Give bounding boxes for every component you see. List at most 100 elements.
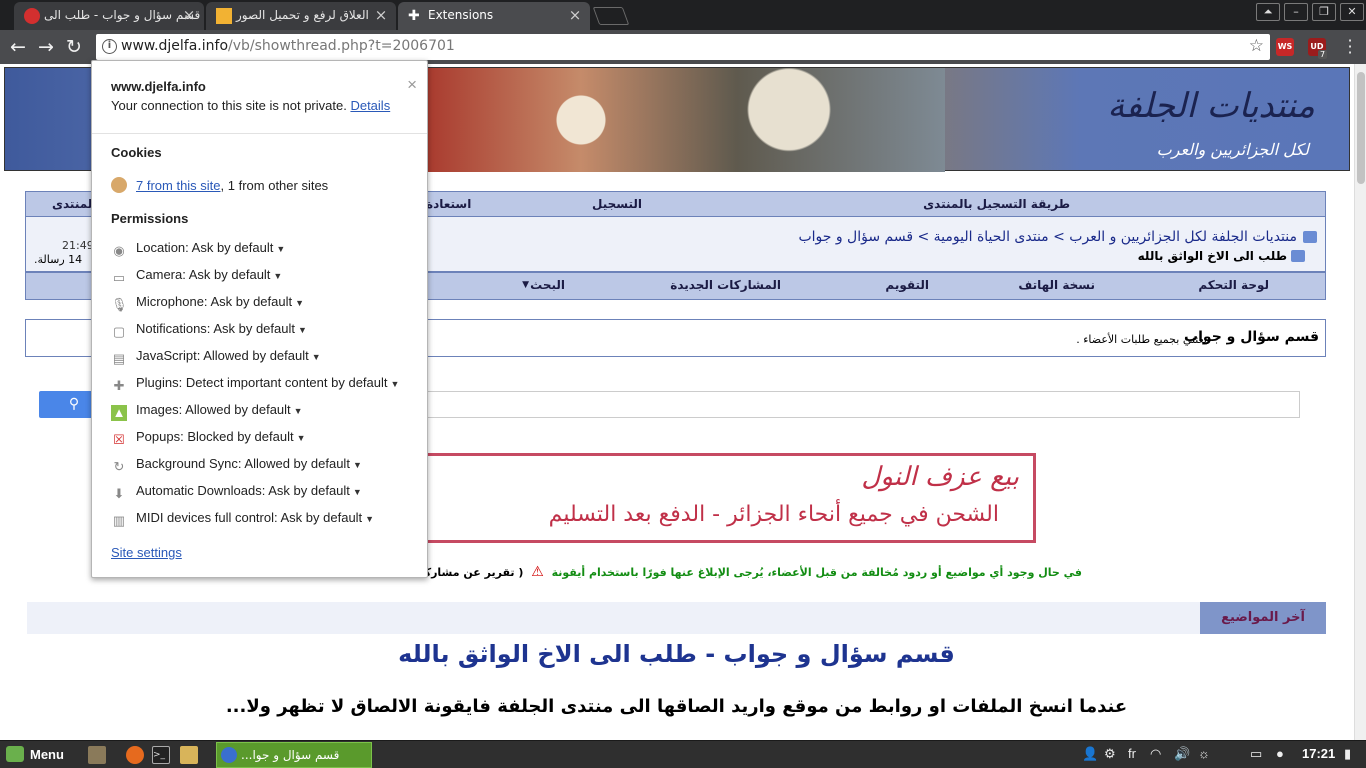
user-icon[interactable]: 👤 bbox=[1082, 746, 1098, 762]
permission-javascript[interactable]: ▤ JavaScript: Allowed by default ▼ bbox=[111, 348, 321, 368]
start-menu-button[interactable]: Menu bbox=[6, 746, 64, 762]
thread-folder-icon bbox=[1291, 250, 1305, 262]
download-icon: ⬇ bbox=[113, 486, 125, 501]
firefox-icon[interactable] bbox=[126, 746, 144, 764]
ws-extension-icon[interactable]: WS bbox=[1276, 38, 1294, 56]
midi-icon: ▥ bbox=[112, 513, 126, 528]
search-chevron-down-icon[interactable]: ▼ bbox=[522, 280, 529, 290]
tab-extensions[interactable]: ✚ Extensions × bbox=[398, 2, 590, 30]
scrollbar-thumb[interactable] bbox=[1357, 72, 1365, 184]
nav-calendar[interactable]: التقويم bbox=[885, 278, 929, 292]
close-popup-icon[interactable]: × bbox=[407, 75, 417, 95]
caret-down-icon: ▼ bbox=[352, 487, 362, 497]
private-messages-count[interactable]: 14 رسالة. bbox=[34, 253, 82, 266]
banner-photo bbox=[425, 68, 945, 172]
search-icon: ⚲ bbox=[68, 396, 80, 412]
terminal-icon[interactable]: >_ bbox=[152, 746, 170, 764]
caret-down-icon: ▼ bbox=[273, 271, 283, 281]
close-tab-icon[interactable]: × bbox=[568, 2, 582, 28]
minimize-button[interactable]: – bbox=[1284, 3, 1308, 21]
close-tab-icon[interactable]: × bbox=[374, 2, 388, 28]
update-icon[interactable]: ● bbox=[1276, 746, 1284, 761]
plugins-icon: ✚ bbox=[113, 378, 125, 393]
perm-label: Plugins: bbox=[136, 375, 183, 390]
permission-location[interactable]: ◉ Location: Ask by default ▼ bbox=[111, 240, 285, 260]
nav-forum[interactable]: المنتدى bbox=[52, 197, 96, 211]
show-desktop-icon[interactable] bbox=[88, 746, 106, 764]
site-info-popup: × www.djelfa.info Your connection to thi… bbox=[91, 60, 428, 578]
clock[interactable]: 17:21 bbox=[1302, 746, 1335, 761]
files-icon[interactable] bbox=[180, 746, 198, 764]
perm-value: Ask by default bbox=[188, 267, 271, 282]
new-tab-button[interactable] bbox=[592, 7, 630, 25]
forum-logo[interactable]: منتديات الجلفة bbox=[1107, 86, 1315, 126]
nav-control-panel[interactable]: لوحة التحكم bbox=[1198, 278, 1269, 292]
nav-register[interactable]: التسجيل bbox=[592, 197, 642, 211]
permission-midi[interactable]: ▥ MIDI devices full control: Ask by defau… bbox=[111, 510, 374, 530]
volume-icon[interactable]: 🔊 bbox=[1174, 746, 1190, 762]
perm-label: Microphone: bbox=[136, 294, 208, 309]
brightness-icon[interactable]: ☼ bbox=[1198, 746, 1210, 761]
javascript-icon: ▤ bbox=[112, 351, 126, 366]
tab-djelfa-thread[interactable]: قسم سؤال و جواب - طلب الى × bbox=[14, 2, 204, 30]
forward-button[interactable]: → bbox=[35, 36, 57, 58]
profile-icon[interactable]: ⏶ bbox=[1256, 3, 1280, 21]
details-link[interactable]: Details bbox=[350, 98, 390, 113]
site-settings-link[interactable]: Site settings bbox=[111, 545, 182, 560]
bookmark-star-icon[interactable]: ☆ bbox=[1249, 36, 1264, 56]
tab-title: Extensions bbox=[428, 8, 494, 22]
nav-registration-guide[interactable]: طريقة التسجيل بالمنتدى bbox=[923, 197, 1070, 211]
tab-title: العلاق لرفع و تحميل الصور bbox=[236, 8, 369, 22]
url-host: www.djelfa.info bbox=[121, 38, 229, 54]
cookies-heading: Cookies bbox=[111, 145, 162, 160]
maximize-button[interactable]: ❐ bbox=[1312, 3, 1336, 21]
permission-plugins[interactable]: ✚ Plugins: Detect important content by de… bbox=[111, 375, 400, 395]
perm-label: Automatic Downloads: bbox=[136, 483, 266, 498]
close-tab-icon[interactable]: × bbox=[182, 2, 196, 28]
taskbar-window-chrome[interactable]: قسم سؤال و جوا... bbox=[216, 742, 372, 768]
wifi-icon[interactable]: ◠ bbox=[1150, 746, 1161, 762]
permission-background-sync[interactable]: ↻ Background Sync: Allowed by default ▼ bbox=[111, 456, 362, 476]
tab-image-upload[interactable]: العلاق لرفع و تحميل الصور × bbox=[206, 2, 396, 30]
perm-label: Location: bbox=[136, 240, 189, 255]
close-window-button[interactable]: ✕ bbox=[1340, 3, 1364, 21]
current-thread-title: طلب الى الاخ الواثق بالله bbox=[1137, 249, 1287, 263]
nav-recover[interactable]: استعادة bbox=[426, 197, 471, 211]
perm-value: Ask by default bbox=[268, 483, 350, 498]
permission-microphone[interactable]: 🎙 Microphone: Ask by default ▼ bbox=[111, 294, 304, 314]
permission-camera[interactable]: ▭ Camera: Ask by default ▼ bbox=[111, 267, 283, 287]
page-scrollbar[interactable] bbox=[1354, 64, 1366, 740]
perm-label: Background Sync: bbox=[136, 456, 242, 471]
url-path: /vb/showthread.php?t=2006701 bbox=[228, 38, 455, 54]
nav-search[interactable]: البحث bbox=[530, 278, 565, 292]
cookies-other: , 1 from other sites bbox=[220, 178, 329, 193]
permission-automatic-downloads[interactable]: ⬇ Automatic Downloads: Ask by default ▼ bbox=[111, 483, 362, 503]
site-info-icon[interactable]: i bbox=[102, 39, 117, 54]
perm-label: Camera: bbox=[136, 267, 186, 282]
report-warning-text: في حال وجود أي مواضيع أو ردود مُخالفة من… bbox=[551, 566, 1082, 579]
reload-button[interactable]: ↻ bbox=[63, 36, 85, 58]
sync-icon: ↻ bbox=[113, 459, 125, 474]
url-text[interactable]: www.djelfa.info/vb/showthread.php?t=2006… bbox=[121, 38, 455, 54]
notification-icon[interactable]: ▮ bbox=[1344, 746, 1351, 762]
advertisement-banner[interactable]: بيع عزف النول الشحن في جميع أنحاء الجزائ… bbox=[380, 453, 1036, 543]
settings-tray-icon[interactable]: ⚙ bbox=[1104, 746, 1116, 762]
permission-images[interactable]: ▲ Images: Allowed by default ▼ bbox=[111, 402, 303, 422]
caret-down-icon: ▼ bbox=[365, 514, 375, 524]
caret-down-icon: ▼ bbox=[311, 352, 321, 362]
nav-new-posts[interactable]: المشاركات الجديدة bbox=[670, 278, 781, 292]
battery-icon[interactable]: ▭ bbox=[1250, 746, 1262, 762]
breadcrumb-path[interactable]: منتديات الجلفة لكل الجزائريين و العرب > … bbox=[798, 229, 1297, 245]
back-button[interactable]: ← bbox=[7, 36, 29, 58]
permission-notifications[interactable]: ▢ Notifications: Ask by default ▼ bbox=[111, 321, 307, 341]
connection-status: Your connection to this site is not priv… bbox=[111, 98, 390, 113]
latest-topics-tab[interactable]: آخر المواضيع bbox=[1200, 602, 1326, 634]
chrome-menu-icon[interactable]: · · · bbox=[1342, 33, 1358, 61]
ad-tagline: الشحن في جميع أنحاء الجزائر - الدفع بعد … bbox=[548, 502, 999, 527]
permission-popups[interactable]: ☒ Popups: Blocked by default ▼ bbox=[111, 429, 305, 449]
caret-down-icon: ▼ bbox=[296, 433, 306, 443]
address-bar[interactable]: i www.djelfa.info/vb/showthread.php?t=20… bbox=[96, 34, 1270, 60]
keyboard-layout[interactable]: fr bbox=[1128, 746, 1136, 761]
nav-mobile-version[interactable]: نسخة الهاتف bbox=[1018, 278, 1095, 292]
cookies-link[interactable]: 7 from this site bbox=[136, 178, 221, 193]
